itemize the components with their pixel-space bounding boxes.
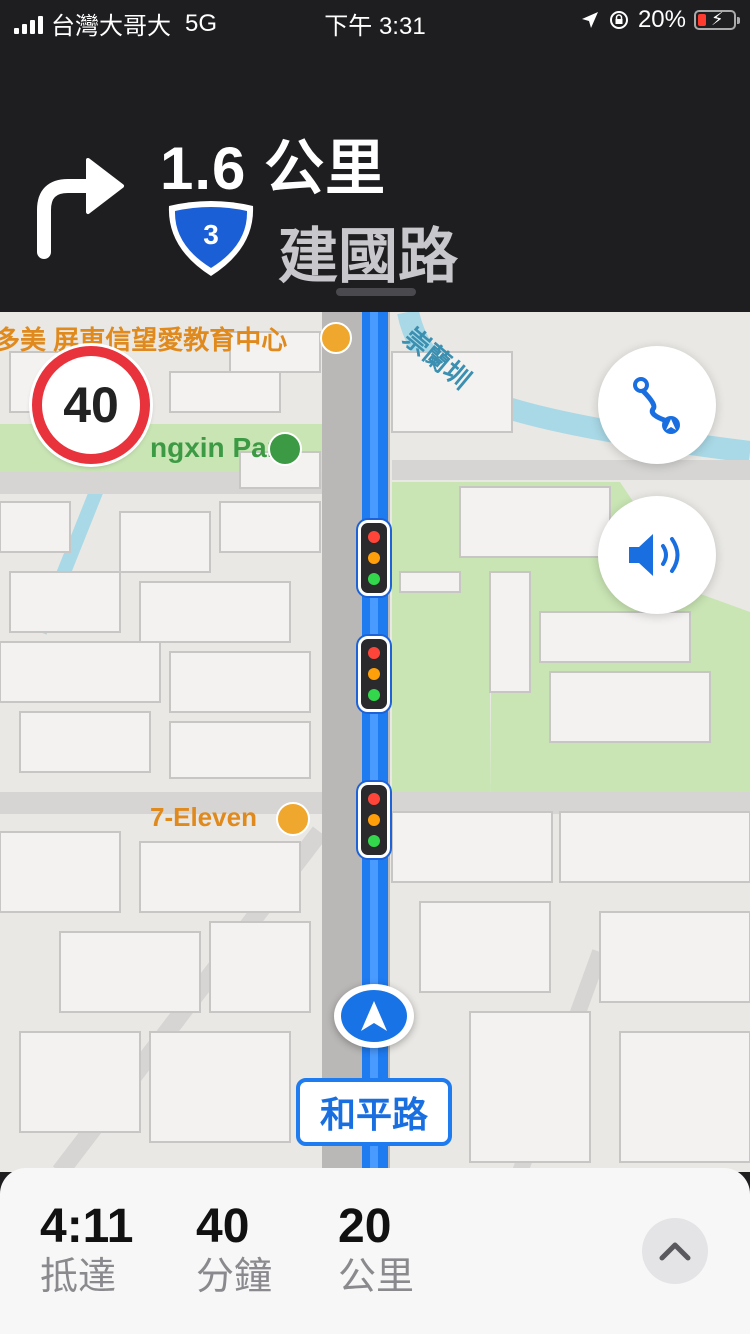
arrival-stat: 4:11 抵達: [40, 1200, 133, 1300]
traffic-light-icon: [358, 636, 390, 712]
arrival-label: 抵達: [40, 1256, 117, 1298]
route-overview-button[interactable]: [598, 346, 716, 464]
maneuver-distance: 1.6 公里: [160, 135, 387, 202]
current-location-puck: [334, 984, 414, 1048]
rotation-lock-icon: [609, 11, 628, 29]
expand-tray-button[interactable]: [642, 1218, 708, 1284]
duration-label: 分鐘: [196, 1256, 273, 1298]
maneuver-banner[interactable]: 1.6 公里 3 建國路: [0, 40, 750, 312]
duration-stat: 40 分鐘: [196, 1200, 272, 1300]
traffic-light-icon: [358, 782, 390, 858]
navigation-arrow-icon: [361, 1001, 387, 1031]
battery-icon: ⚡: [694, 9, 740, 30]
poi-seven-eleven[interactable]: 7-Eleven: [150, 802, 257, 833]
current-road-label: 和平路: [296, 1078, 452, 1146]
audio-button[interactable]: [598, 496, 716, 614]
banner-grabber[interactable]: [336, 288, 416, 296]
chevron-up-icon: [659, 1242, 691, 1261]
route-overview-icon: [633, 377, 680, 434]
convenience-store-icon: [276, 802, 310, 836]
map-view[interactable]: 多美 屏東信望愛教育中心 崇蘭圳 ngxin Park 7-Eleven 40 …: [0, 312, 750, 1172]
arrival-time: 4:11: [40, 1200, 134, 1253]
route-shield-icon: 3: [168, 201, 254, 276]
status-bar: 台灣大哥大 5G 下午 3:31 20% ⚡: [0, 0, 750, 40]
status-right: 20% ⚡: [580, 6, 740, 34]
traffic-light-icon: [358, 520, 390, 596]
speaker-icon: [629, 534, 680, 576]
distance-label: 公里: [338, 1256, 415, 1298]
battery-percent: 20%: [637, 6, 686, 33]
distance-stat: 20 公里: [338, 1200, 414, 1300]
park-tree-icon: [268, 432, 302, 466]
route-number: 3: [203, 219, 219, 250]
location-arrow-icon: [581, 12, 598, 28]
turn-right-arrow-icon: [37, 158, 124, 259]
speed-limit-sign: 40: [32, 346, 150, 464]
trip-summary-tray[interactable]: 4:11 抵達 40 分鐘 20 公里: [0, 1168, 750, 1334]
maneuver-street: 建國路: [278, 223, 458, 290]
poi-briefcase-icon: [320, 322, 352, 354]
duration-value: 40: [196, 1200, 250, 1253]
distance-value: 20: [338, 1200, 392, 1253]
poi-education-center[interactable]: 多美 屏東信望愛教育中心: [0, 320, 287, 357]
